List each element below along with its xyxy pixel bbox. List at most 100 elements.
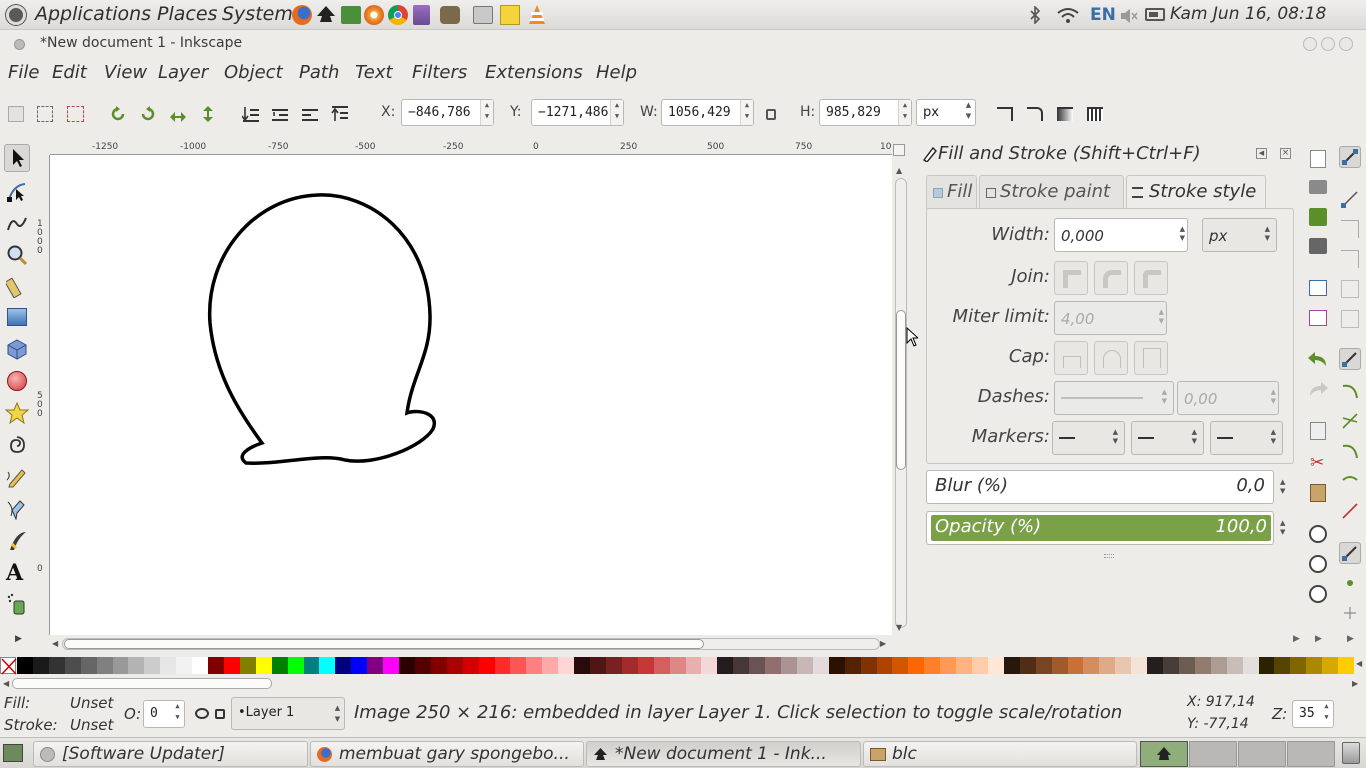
menu-object[interactable]: Object <box>224 62 283 83</box>
palette-swatch[interactable] <box>303 657 320 674</box>
export-icon[interactable] <box>1309 310 1327 326</box>
dock-resize-handle-icon[interactable] <box>1104 554 1114 558</box>
join-bevel-button[interactable] <box>1134 261 1168 295</box>
notes-launcher-icon[interactable] <box>500 5 520 25</box>
palette-swatch[interactable] <box>335 657 352 674</box>
palette-swatch[interactable] <box>590 657 607 674</box>
snap-cusp-nodes-icon[interactable] <box>1341 442 1359 460</box>
palette-swatch[interactable] <box>1099 657 1116 674</box>
blur-spin-arrows[interactable]: ▲ ▼ <box>1280 478 1285 496</box>
palette-swatch[interactable] <box>796 657 814 674</box>
rotate-cw-icon[interactable] <box>140 105 156 123</box>
firefox-launcher-icon[interactable] <box>292 5 312 25</box>
ellipse-tool-icon[interactable] <box>7 371 27 391</box>
y-input[interactable]: −1271,486 ▲ ▼ <box>531 99 624 126</box>
open-document-icon[interactable] <box>1309 180 1327 194</box>
end-marker-arrows[interactable]: ▲ ▼ <box>1271 428 1276 446</box>
text-editor-launcher-icon[interactable] <box>413 5 430 25</box>
canvas-corner-icon[interactable] <box>893 144 905 156</box>
vertical-ruler[interactable]: 1000 500 0 <box>34 155 50 635</box>
menu-extensions[interactable]: Extensions <box>485 62 583 83</box>
palette-swatch[interactable] <box>924 657 941 674</box>
opacity-slider[interactable]: Opacity (%) 100,0 <box>926 511 1274 545</box>
show-desktop-icon[interactable] <box>3 744 23 762</box>
scroll-down-icon[interactable]: ▼ <box>896 623 902 632</box>
palette-swatch[interactable] <box>1178 657 1196 674</box>
menu-path[interactable]: Path <box>299 62 339 83</box>
palette-swatch[interactable] <box>621 657 639 674</box>
canvas-vertical-scrollbar[interactable]: ▲ ▼ <box>894 160 908 635</box>
node-tool-icon[interactable] <box>6 180 28 202</box>
palette-swatch[interactable] <box>749 657 766 674</box>
blur-slider[interactable]: Blur (%) 0,0 <box>926 470 1274 504</box>
swirl-app-icon[interactable] <box>364 5 384 25</box>
current-layer-select[interactable]: •Layer 1 ▲ ▼ <box>231 697 345 730</box>
palette-swatch[interactable] <box>1258 657 1275 674</box>
pen-tool-icon[interactable] <box>6 498 28 521</box>
palette-swatch[interactable] <box>1210 657 1228 674</box>
palette-swatch[interactable] <box>972 657 989 674</box>
palette-swatch[interactable] <box>526 657 543 674</box>
move-gradients-icon[interactable] <box>1057 107 1073 121</box>
system-menu[interactable]: System <box>222 3 293 25</box>
palette-swatch[interactable] <box>733 657 750 674</box>
snap-midpoints-icon[interactable] <box>1341 502 1359 520</box>
paste-icon[interactable] <box>1310 484 1326 502</box>
layer-visibility-icon[interactable] <box>195 708 209 719</box>
palette-swatch[interactable] <box>605 657 623 674</box>
ghost-outline-path[interactable] <box>207 193 437 465</box>
scroll-up-icon[interactable]: ▲ <box>896 166 902 175</box>
menu-help[interactable]: Help <box>596 62 637 83</box>
snap-smooth-nodes-icon[interactable] <box>1341 472 1359 490</box>
palette-swatch[interactable] <box>319 657 336 674</box>
tab-stroke-paint[interactable]: Stroke paint <box>979 175 1124 209</box>
snap-more-icon[interactable]: ▶ <box>1347 634 1354 644</box>
task-software-updater[interactable]: [Software Updater] <box>33 741 308 767</box>
palette-swatch[interactable] <box>558 657 575 674</box>
zoom-input[interactable]: 35 ▲ ▼ <box>1292 700 1334 728</box>
scroll-right-icon[interactable]: ▶ <box>880 639 886 648</box>
width-unit-select[interactable]: px ▲ ▼ <box>1202 218 1277 252</box>
unit-dropdown-arrows[interactable]: ▲ ▼ <box>962 100 975 125</box>
snap-bbox-midpoints-icon[interactable] <box>1341 280 1359 298</box>
volume-muted-icon[interactable] <box>1120 8 1138 23</box>
palette-swatch[interactable] <box>717 657 734 674</box>
measure-tool-icon[interactable] <box>4 276 28 299</box>
palette-swatch[interactable] <box>1083 657 1100 674</box>
palette-scroll-thumb[interactable] <box>12 678 272 689</box>
scale-corners-icon[interactable] <box>1027 107 1043 121</box>
raise-to-top-icon[interactable] <box>331 105 349 123</box>
palette-swatch[interactable] <box>367 657 384 674</box>
palette-swatch[interactable] <box>128 657 145 674</box>
drawing-canvas[interactable] <box>50 155 892 635</box>
tab-fill[interactable]: Fill <box>926 175 977 209</box>
dash-offset-spin-arrows[interactable]: ▲ ▼ <box>1271 388 1276 406</box>
palette-swatch[interactable] <box>828 657 846 674</box>
menu-filters[interactable]: Filters <box>412 62 467 83</box>
hscroll-thumb[interactable] <box>64 639 704 649</box>
dock-iconify-icon[interactable]: ◀ <box>1256 148 1267 159</box>
keyboard-language-indicator[interactable]: EN <box>1090 5 1116 25</box>
palette-swatch[interactable] <box>1147 657 1164 674</box>
undo-icon[interactable] <box>1308 352 1328 368</box>
palette-swatch[interactable] <box>812 657 830 674</box>
dash-offset-input[interactable]: 0,00 ▲ ▼ <box>1177 381 1279 415</box>
mid-marker-select[interactable]: ▲ ▼ <box>1131 421 1204 455</box>
cut-icon[interactable]: ✂ <box>1310 454 1326 472</box>
snap-centers-icon[interactable] <box>1341 574 1359 592</box>
join-round-button[interactable] <box>1094 261 1128 295</box>
zoom-spin-arrows[interactable]: ▲ ▼ <box>1320 701 1333 726</box>
palette-swatch[interactable] <box>701 657 718 674</box>
snap-paths-icon[interactable] <box>1341 382 1359 400</box>
y-spin-arrows[interactable]: ▲ ▼ <box>610 100 623 125</box>
selector-tool-icon[interactable] <box>4 144 30 172</box>
start-marker-select[interactable]: ▲ ▼ <box>1052 421 1125 455</box>
save-document-icon[interactable] <box>1309 208 1327 226</box>
text-tool-icon[interactable]: A <box>6 561 28 585</box>
lower-icon[interactable] <box>271 105 289 123</box>
palette-swatch[interactable] <box>510 657 527 674</box>
dock-scroll-left-icon[interactable]: ▶ <box>1293 634 1300 644</box>
palette-swatch[interactable] <box>685 657 702 674</box>
lower-to-bottom-icon[interactable] <box>241 105 260 123</box>
miter-spin-arrows[interactable]: ▲ ▼ <box>1159 308 1164 326</box>
